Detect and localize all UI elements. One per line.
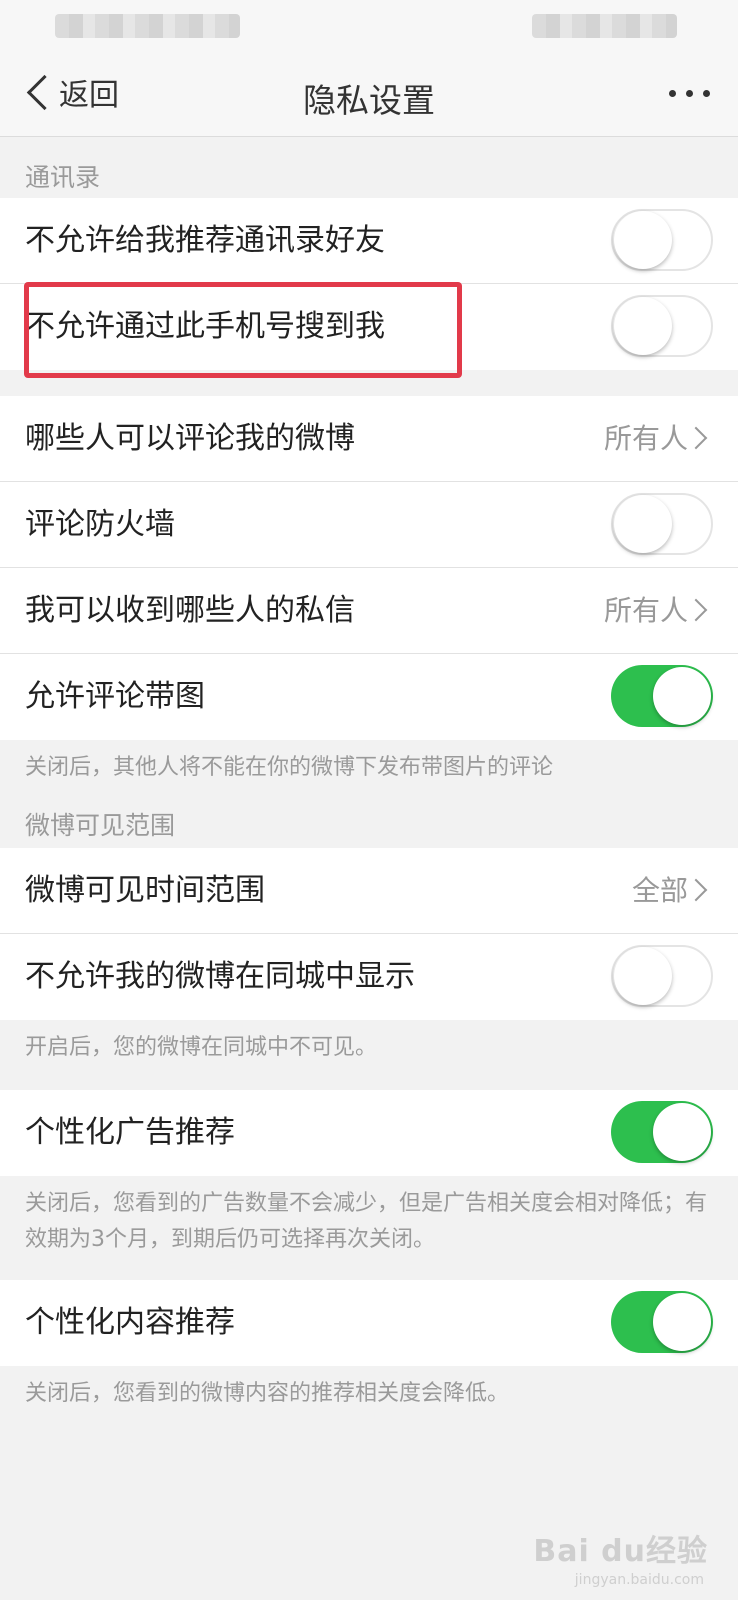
row-label: 不允许我的微博在同城中显示 — [25, 959, 415, 994]
toggle-comment-images[interactable] — [611, 665, 713, 727]
toggle-personalized-ads[interactable] — [611, 1101, 713, 1163]
row-personalized-content[interactable]: 个性化内容推荐 — [0, 1280, 738, 1366]
toggle-search-by-phone[interactable] — [611, 295, 713, 357]
nav-bar: 返回 隐私设置 — [0, 50, 738, 137]
baidu-watermark-url: jingyan.baidu.com — [574, 1572, 704, 1588]
note-ads: 关闭后，您看到的广告数量不会减少，但是广告相关度会相对降低；有效期为3个月，到期… — [25, 1191, 708, 1252]
row-private-messages[interactable]: 我可以收到哪些人的私信 所有人 — [0, 568, 738, 654]
row-local-city[interactable]: 不允许我的微博在同城中显示 — [0, 934, 738, 1020]
row-label: 不允许给我推荐通讯录好友 — [25, 223, 385, 258]
section-label-visibility: 微博可见范围 — [25, 811, 176, 840]
row-label: 评论防火墙 — [25, 507, 175, 542]
more-icon[interactable] — [669, 90, 710, 97]
row-label: 微博可见时间范围 — [25, 873, 265, 908]
status-left-blurred — [55, 14, 240, 38]
row-visible-time-range[interactable]: 微博可见时间范围 全部 — [0, 848, 738, 934]
note-content: 关闭后，您看到的微博内容的推荐相关度会降低。 — [25, 1381, 510, 1406]
row-value: 所有人 — [603, 594, 688, 627]
status-right-blurred — [532, 14, 677, 38]
row-who-can-comment[interactable]: 哪些人可以评论我的微博 所有人 — [0, 396, 738, 482]
row-value: 全部 — [631, 874, 688, 907]
row-label: 个性化广告推荐 — [25, 1115, 235, 1150]
toggle-local-city[interactable] — [611, 945, 713, 1007]
chevron-right-icon — [684, 878, 708, 902]
toggle-recommend-contacts[interactable] — [611, 209, 713, 271]
page-title: 隐私设置 — [303, 81, 435, 120]
row-label: 哪些人可以评论我的微博 — [25, 421, 355, 456]
section-label-contacts: 通讯录 — [25, 163, 101, 192]
row-label: 我可以收到哪些人的私信 — [25, 593, 355, 628]
row-personalized-ads[interactable]: 个性化广告推荐 — [0, 1090, 738, 1176]
status-bar — [0, 0, 738, 50]
row-recommend-contacts[interactable]: 不允许给我推荐通讯录好友 — [0, 198, 738, 284]
toggle-personalized-content[interactable] — [611, 1291, 713, 1353]
row-label: 个性化内容推荐 — [25, 1305, 235, 1340]
row-comment-firewall[interactable]: 评论防火墙 — [0, 482, 738, 568]
chevron-right-icon — [684, 426, 708, 450]
row-value: 所有人 — [603, 422, 688, 455]
toggle-comment-firewall[interactable] — [611, 493, 713, 555]
note-local-city: 开启后，您的微博在同城中不可见。 — [25, 1035, 378, 1060]
chevron-right-icon — [684, 598, 708, 622]
row-label: 允许评论带图 — [25, 679, 205, 714]
note-comment-images: 关闭后，其他人将不能在你的微博下发布带图片的评论 — [25, 755, 554, 780]
row-comment-images[interactable]: 允许评论带图 — [0, 654, 738, 740]
highlight-box — [24, 282, 462, 378]
baidu-watermark: Bai du经验 — [533, 1534, 708, 1569]
